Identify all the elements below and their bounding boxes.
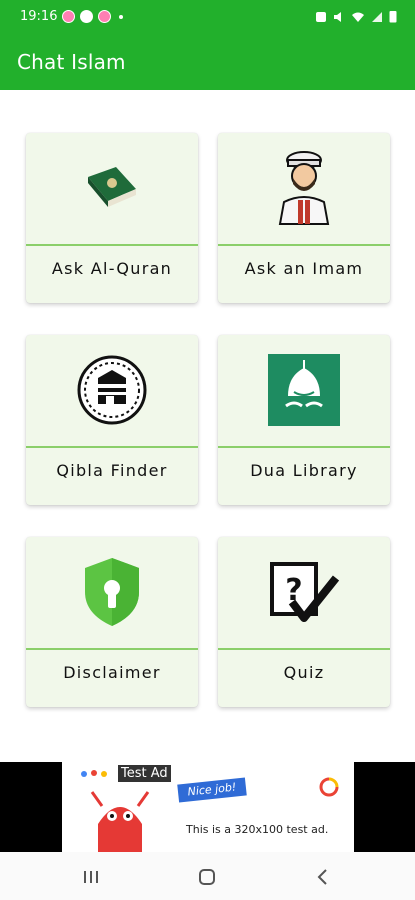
card-label: Qibla Finder [56,461,168,480]
card-label: Ask Al-Quran [51,259,173,278]
card-ask-an-imam[interactable]: Ask an Imam [218,133,390,303]
quran-book-icon [88,167,136,207]
card-label: Quiz [283,663,325,682]
signal-icon [372,11,382,22]
whatsapp-icon [80,10,94,23]
ad-text: This is a 320x100 test ad. [186,823,329,836]
card-divider [26,244,198,246]
more-notifications-icon [119,14,124,19]
ad-logo-icon [319,777,339,797]
ad-content[interactable]: Nice job! This is a 320x100 test ad. [62,762,354,852]
card-qibla-finder[interactable]: Qibla Finder [26,335,198,505]
card-divider [218,648,390,650]
app-bar: Chat Islam [0,33,415,90]
notification-icon [62,10,76,23]
back-icon [317,869,327,885]
navigation-bar [0,852,415,900]
clock: 19:16 [20,9,58,24]
recent-apps-button[interactable] [79,866,103,888]
card-dua-library[interactable]: Dua Library [218,335,390,505]
dua-mosque-icon [268,354,340,426]
card-ask-al-quran[interactable]: Ask Al-Quran [26,133,198,303]
home-button[interactable] [195,866,219,888]
imam-icon [278,151,330,225]
ad-banner[interactable]: Nice job! This is a 320x100 test ad. Tes… [0,762,415,852]
card-label: Ask an Imam [244,259,364,278]
quiz-check-icon: ? [270,562,340,622]
status-bar: 19:16 [0,0,415,33]
card-divider [26,648,198,650]
card-divider [26,446,198,448]
app-title: Chat Islam [17,49,126,74]
card-divider [218,244,390,246]
card-divider [218,446,390,448]
mute-icon [334,11,341,22]
ad-badge: Nice job! [177,777,247,803]
recent-apps-icon [84,871,98,883]
ad-label: Test Ad [117,764,172,783]
notification-icon [98,10,112,23]
home-icon [199,869,215,885]
shield-lock-icon [85,558,139,626]
wifi-icon [352,12,364,22]
card-disclaimer[interactable]: Disclaimer [26,537,198,707]
card-label: Disclaimer [63,663,161,682]
alarm-icon [316,11,326,22]
kaaba-icon [77,355,147,425]
card-quiz[interactable]: ? Quiz [218,537,390,707]
back-button[interactable] [311,866,335,888]
card-label: Dua Library [250,461,358,480]
battery-icon [389,11,397,23]
